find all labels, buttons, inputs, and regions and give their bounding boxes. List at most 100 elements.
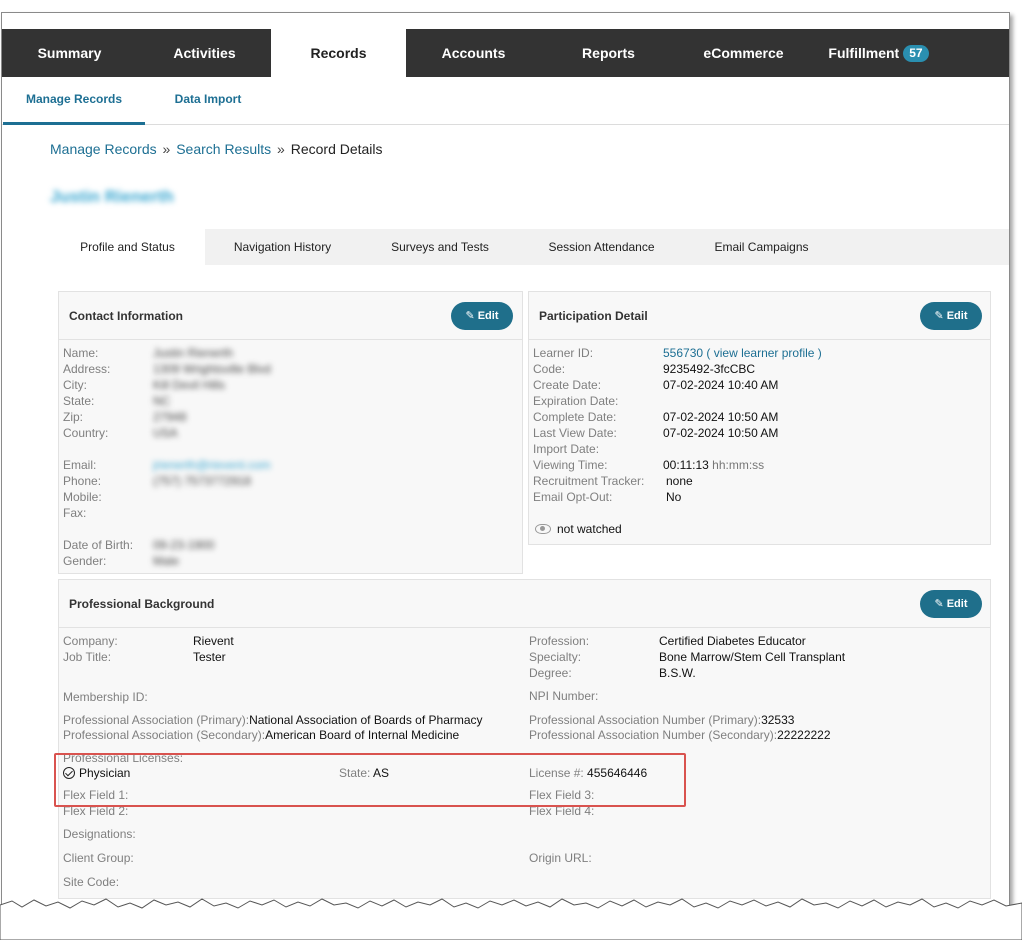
contact-phone: (757) 7573772918 [153,474,252,488]
contact-zip-row: Zip: [63,409,83,425]
contact-city-row: City: [63,377,87,393]
top-nav: Summary Activities Records Accounts Repo… [2,29,1009,78]
import-date-label: Import Date: [533,442,600,456]
sub-nav: Manage Records Data Import [2,77,1009,125]
assoc-num-primary-value: 32533 [761,713,795,727]
record-name: Justin Rienerth [50,187,174,206]
contact-name-row: Name: [63,345,98,361]
breadcrumb: Manage Records » Search Results » Record… [50,141,383,157]
tab-fulfillment[interactable]: Fulfillment 57 [811,29,946,77]
edit-contact-button[interactable]: ✎ Edit [451,302,513,330]
pencil-icon: ✎ [934,310,944,322]
torn-edge [0,898,1022,940]
edit-participation-button[interactable]: ✎ Edit [920,302,982,330]
pencil-icon: ✎ [934,598,944,610]
origin-url-label: Origin URL: [529,851,592,865]
watch-status-text: not watched [557,522,622,536]
contact-country-row: Country: [63,425,108,441]
contact-email-row: Email: [63,457,96,473]
viewing-time-unit: hh:mm:ss [712,458,765,472]
client-group-label: Client Group: [63,851,134,865]
field-label: Mobile: [63,490,102,504]
assoc-num-secondary-row: Professional Association Number (Seconda… [529,727,831,743]
field-label: Phone: [63,474,102,488]
learner-id-label: Learner ID: [533,346,594,360]
email-opt-out-value: No [666,490,682,504]
breadcrumb-manage-records[interactable]: Manage Records [50,141,157,157]
field-label: Email: [63,458,97,472]
email-opt-out-label: Email Opt-Out: [533,490,613,504]
tab-records[interactable]: Records [271,29,406,78]
edit-professional-button[interactable]: ✎ Edit [920,590,982,618]
eye-icon [535,524,551,534]
profession-label: Profession: [529,634,590,648]
tab-surveys-and-tests[interactable]: Surveys and Tests [360,229,520,266]
tab-accounts[interactable]: Accounts [406,29,541,77]
edit-label: Edit [946,310,968,322]
panel-header: Professional Background ✎ Edit [59,580,990,628]
degree-label: Degree: [529,666,572,680]
tab-activities[interactable]: Activities [137,29,272,77]
contact-phone-row: Phone: [63,473,101,489]
field-label: Professional Association (Primary): [63,713,250,727]
field-label: Name: [63,346,99,360]
edit-label: Edit [477,310,499,322]
profession-value: Certified Diabetes Educator [659,634,806,648]
recruitment-tracker-value: none [666,474,693,488]
assoc-num-primary-row: Professional Association Number (Primary… [529,712,794,728]
record-tabs: Profile and Status Navigation History Su… [50,229,1009,266]
viewing-time-row: 00:11:13 hh:mm:ss [663,457,764,473]
contact-country: USA [153,426,178,440]
company-label: Company: [63,634,118,648]
learner-id-link[interactable]: 556730 [663,346,703,360]
tab-ecommerce[interactable]: eCommerce [676,29,811,77]
assoc-secondary-row: Professional Association (Secondary):Ame… [63,727,459,743]
panel-title: Professional Background [69,597,215,611]
breadcrumb-separator: » [162,141,171,157]
panel-title: Participation Detail [539,309,648,323]
contact-name: Justin Rienerth [153,346,234,360]
subnav-data-import[interactable]: Data Import [145,77,271,125]
last-view-date-label: Last View Date: [533,426,617,440]
code-value: 9235492-3fcCBC [663,362,756,376]
field-label: Zip: [63,410,84,424]
tab-reports[interactable]: Reports [541,29,676,77]
viewing-time-label: Viewing Time: [533,458,608,472]
tab-session-attendance[interactable]: Session Attendance [520,229,683,266]
complete-date-label: Complete Date: [533,410,617,424]
contact-dob-row: Date of Birth: [63,537,133,553]
site-code-label: Site Code: [63,875,120,889]
tab-navigation-history[interactable]: Navigation History [205,229,360,266]
field-label: Professional Association Number (Seconda… [529,728,778,742]
tab-email-campaigns[interactable]: Email Campaigns [683,229,840,266]
breadcrumb-separator: » [277,141,285,157]
field-label: State: [63,394,95,408]
subnav-manage-records[interactable]: Manage Records [3,77,145,125]
field-label: Date of Birth: [63,538,134,552]
assoc-secondary-value: American Board of Internal Medicine [265,728,460,742]
contact-city: Kill Devil Hills [153,378,226,392]
assoc-primary-row: Professional Association (Primary):Natio… [63,712,483,728]
contact-fax-row: Fax: [63,505,86,521]
contact-state: NC [153,394,171,408]
contact-mobile-row: Mobile: [63,489,102,505]
pencil-icon: ✎ [465,310,475,322]
recruitment-tracker-label: Recruitment Tracker: [533,474,645,488]
panel-header: Participation Detail ✎ Edit [529,292,990,340]
contact-email-link[interactable]: jrienerth@rievent.com [153,457,271,473]
tab-summary[interactable]: Summary [2,29,137,77]
field-label: Gender: [63,554,107,568]
job-title-value: Tester [193,650,226,664]
edit-label: Edit [946,598,968,610]
tab-profile-and-status[interactable]: Profile and Status [50,229,205,266]
contact-dob: 09-23-1900 [153,538,215,552]
field-label: City: [63,378,87,392]
company-value: Rievent [193,634,234,648]
contact-address-row: Address: [63,361,110,377]
contact-gender: Male [153,554,180,568]
specialty-label: Specialty: [529,650,582,664]
view-learner-profile-link[interactable]: view learner profile [714,346,815,360]
breadcrumb-search-results[interactable]: Search Results [176,141,271,157]
tab-fulfillment-label: Fulfillment [828,45,900,61]
browser-frame: Summary Activities Records Accounts Repo… [1,12,1010,917]
